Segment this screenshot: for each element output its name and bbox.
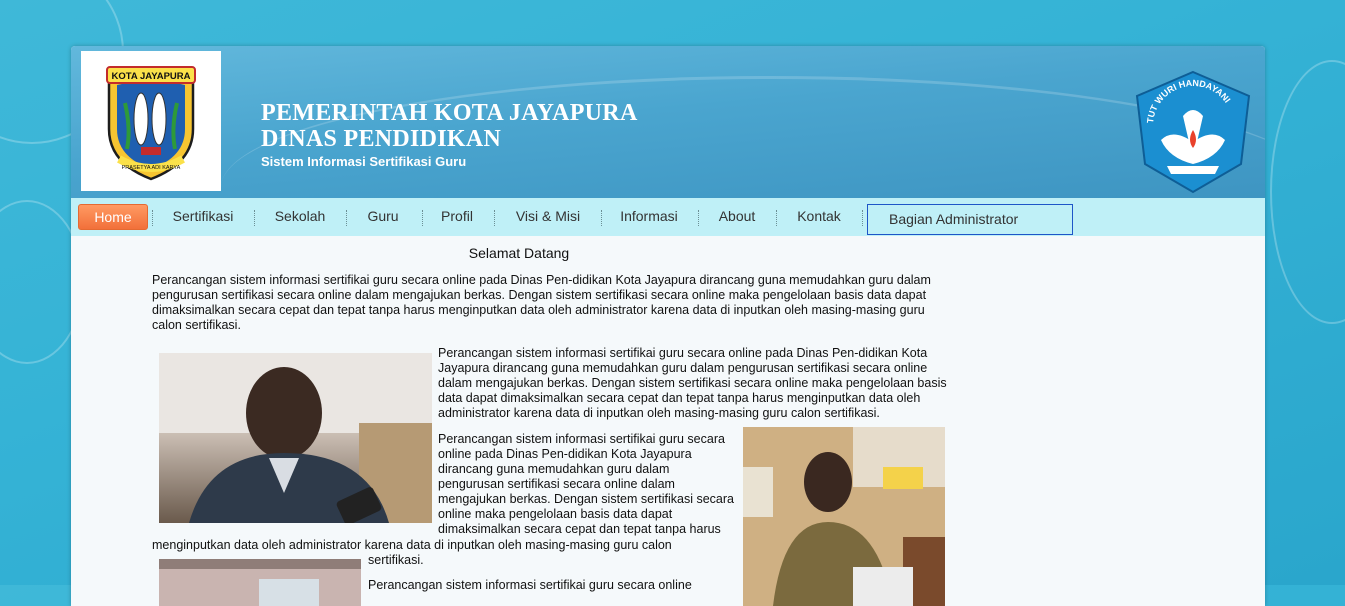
photo-official-3	[159, 559, 361, 606]
nav-guru[interactable]: Guru	[359, 204, 407, 228]
nav-visi-misi[interactable]: Visi & Misi	[508, 204, 588, 228]
photo-official-2	[743, 427, 945, 606]
nav-separator	[152, 210, 153, 226]
nav-separator	[862, 210, 863, 226]
photo-man-at-desk-icon	[743, 427, 945, 606]
tut-wuri-handayani-emblem-icon: TUT WURI HANDAYANI	[1135, 70, 1251, 194]
header-title-line2: DINAS PENDIDIKAN	[261, 126, 502, 152]
welcome-heading: Selamat Datang	[468, 245, 570, 261]
page-container: KOTA JAYAPURA PRASETYA ADI KARYA PEMERIN…	[71, 46, 1265, 606]
tut-wuri-handayani-logo: TUT WURI HANDAYANI	[1127, 68, 1259, 196]
nav-separator	[494, 210, 495, 226]
nav-sekolah[interactable]: Sekolah	[267, 204, 333, 228]
main-navigation: Home Sertifikasi Sekolah Guru Profil Vis…	[71, 198, 1265, 236]
background-swirl	[1270, 60, 1345, 324]
header-title-line1: PEMERINTAH KOTA JAYAPURA	[261, 100, 638, 126]
main-content: Selamat Datang Perancangan sistem inform…	[71, 236, 1265, 606]
intro-paragraph: Perancangan sistem informasi sertifikai …	[152, 273, 931, 332]
nav-separator	[254, 210, 255, 226]
photo-office-icon	[159, 559, 361, 606]
nav-kontak[interactable]: Kontak	[788, 204, 850, 228]
body-paragraph-3a: Perancangan sistem informasi sertifikai …	[438, 432, 734, 536]
kota-jayapura-emblem-icon: KOTA JAYAPURA PRASETYA ADI KARYA	[106, 66, 196, 181]
body-paragraph-2: Perancangan sistem informasi sertifikai …	[438, 346, 947, 420]
photo-man-seated-icon	[159, 353, 432, 523]
nav-separator	[776, 210, 777, 226]
header-subtitle: Sistem Informasi Sertifikasi Guru	[261, 154, 467, 169]
nav-sertifikasi[interactable]: Sertifikasi	[166, 204, 240, 228]
logo-text-bottom: PRASETYA ADI KARYA	[122, 165, 181, 171]
site-header: KOTA JAYAPURA PRASETYA ADI KARYA PEMERIN…	[71, 46, 1265, 198]
nav-admin-button[interactable]: Bagian Administrator	[867, 204, 1073, 235]
nav-about[interactable]: About	[711, 204, 763, 228]
body-paragraph-4: Perancangan sistem informasi sertifikai …	[368, 578, 692, 592]
body-paragraph-3c: sertifikasi.	[368, 553, 424, 567]
kota-jayapura-logo: KOTA JAYAPURA PRASETYA ADI KARYA	[81, 51, 221, 191]
logo-text-top: KOTA JAYAPURA	[111, 71, 190, 82]
body-paragraph-3b: menginputkan data oleh administrator kar…	[152, 538, 672, 552]
nav-separator	[346, 210, 347, 226]
nav-profil[interactable]: Profil	[435, 204, 479, 228]
nav-home[interactable]: Home	[78, 204, 148, 230]
header-title-block: PEMERINTAH KOTA JAYAPURA DINAS PENDIDIKA…	[261, 100, 638, 169]
photo-official-1	[159, 353, 432, 523]
nav-separator	[698, 210, 699, 226]
nav-informasi[interactable]: Informasi	[614, 204, 684, 228]
nav-separator	[601, 210, 602, 226]
nav-separator	[422, 210, 423, 226]
